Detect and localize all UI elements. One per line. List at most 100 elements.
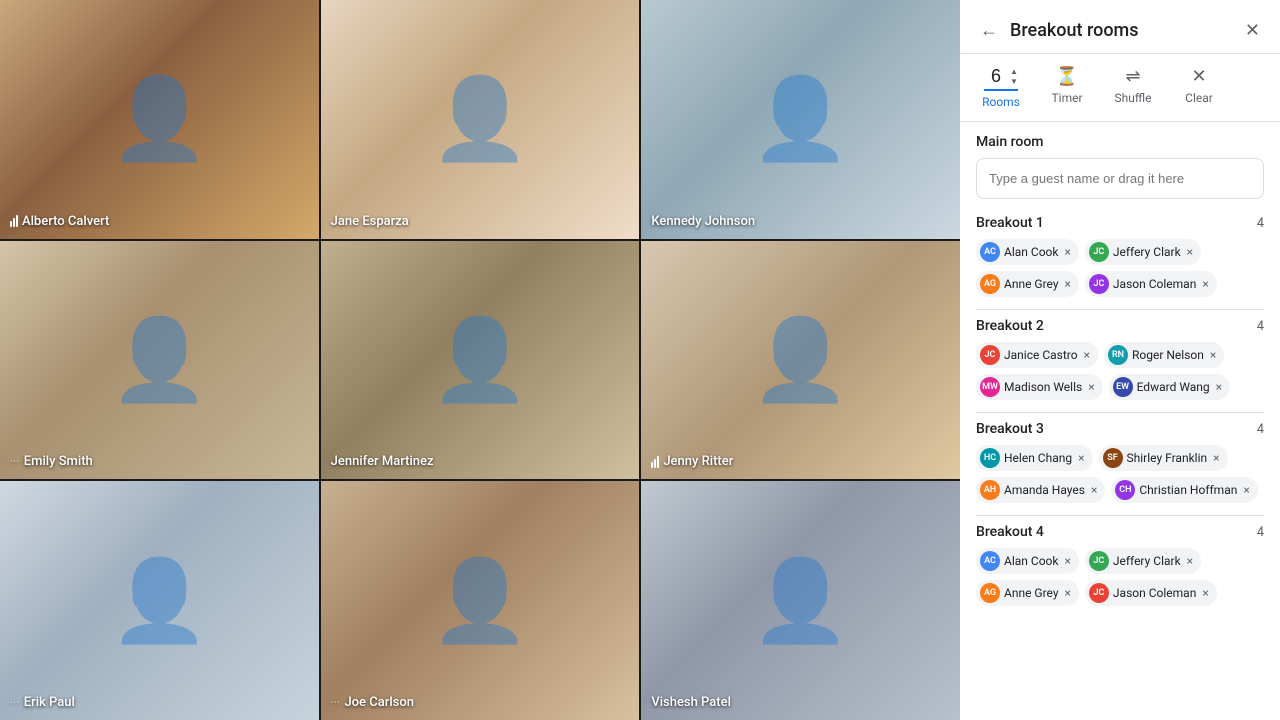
remove-participant-button[interactable]: × xyxy=(1091,484,1097,496)
audio-bars-icon xyxy=(10,215,18,227)
participant-avatar: JC xyxy=(980,345,1000,365)
audio-bars-icon xyxy=(651,456,659,468)
rooms-count-input[interactable] xyxy=(984,66,1008,87)
timer-control[interactable]: ⏳ Timer xyxy=(1042,66,1092,109)
sidebar-header: ← Breakout rooms ✕ xyxy=(960,0,1280,54)
participant-chip: AGAnne Grey× xyxy=(976,580,1079,606)
remove-participant-button[interactable]: × xyxy=(1078,452,1084,464)
remove-participant-button[interactable]: × xyxy=(1084,349,1090,361)
participant-name-3: Kennedy Johnson xyxy=(651,214,755,229)
breakout-sidebar: ← Breakout rooms ✕ ▲ ▼ Rooms ⏳ Timer ⇌ S… xyxy=(960,0,1280,720)
dots-icon: ··· xyxy=(331,698,341,707)
remove-participant-button[interactable]: × xyxy=(1065,587,1071,599)
participant-chip: HCHelen Chang× xyxy=(976,445,1093,471)
participant-chip: EWEdward Wang× xyxy=(1109,374,1230,400)
participant-name-1: Alberto Calvert xyxy=(10,214,109,229)
video-cell-9: 👤Vishesh Patel xyxy=(641,481,960,720)
breakout-title-1: Breakout 1 xyxy=(976,215,1044,231)
participant-chip-name: Alan Cook xyxy=(1004,554,1058,568)
divider xyxy=(976,309,1264,310)
participant-avatar: CH xyxy=(1115,480,1135,500)
remove-participant-button[interactable]: × xyxy=(1065,278,1071,290)
remove-participant-button[interactable]: × xyxy=(1187,555,1193,567)
remove-participant-button[interactable]: × xyxy=(1216,381,1222,393)
participant-chip: JCJeffery Clark× xyxy=(1085,239,1201,265)
participant-avatar: JC xyxy=(1089,583,1109,603)
breakout-header-3: Breakout 3 4 xyxy=(976,421,1264,437)
participant-chip-name: Anne Grey xyxy=(1004,277,1059,291)
participant-chip: AC Alan Cook × xyxy=(976,239,1079,265)
participant-chip-name: Amanda Hayes xyxy=(1004,483,1085,497)
participant-avatar: AC xyxy=(980,551,1000,571)
remove-participant-button[interactable]: × xyxy=(1064,246,1070,258)
participant-chip-name: Alan Cook xyxy=(1004,245,1058,259)
clear-control[interactable]: ✕ Clear xyxy=(1174,66,1224,109)
breakout-count-2: 4 xyxy=(1257,319,1264,334)
participant-chip-name: Jason Coleman xyxy=(1113,277,1196,291)
breakout-count-4: 4 xyxy=(1257,525,1264,540)
participant-avatar: RN xyxy=(1108,345,1128,365)
breakout-title-3: Breakout 3 xyxy=(976,421,1044,437)
remove-participant-button[interactable]: × xyxy=(1187,246,1193,258)
rooms-down-icon[interactable]: ▼ xyxy=(1010,77,1018,87)
participant-chip: JCJanice Castro× xyxy=(976,342,1098,368)
participant-avatar: JC xyxy=(1089,274,1109,294)
participant-avatar: AG xyxy=(980,583,1000,603)
person-silhouette-4: 👤 xyxy=(0,241,319,480)
video-cell-7: 👤···Erik Paul xyxy=(0,481,319,720)
timer-icon: ⏳ xyxy=(1056,66,1078,87)
participant-avatar: AH xyxy=(980,480,1000,500)
shuffle-control[interactable]: ⇌ Shuffle xyxy=(1108,66,1158,109)
participant-chip: RNRoger Nelson× xyxy=(1104,342,1224,368)
participant-name-6: Jenny Ritter xyxy=(651,454,733,469)
breakout-participants-3: HCHelen Chang×SFShirley Franklin×AHAmand… xyxy=(976,445,1264,503)
breakout-section-4: Breakout 44ACAlan Cook×JCJeffery Clark×A… xyxy=(976,515,1264,606)
participant-avatar: AG xyxy=(980,274,1000,294)
rooms-control[interactable]: ▲ ▼ Rooms xyxy=(976,66,1026,109)
participant-chip: SFShirley Franklin× xyxy=(1099,445,1228,471)
participant-chip: JCJason Coleman× xyxy=(1085,580,1217,606)
clear-label: Clear xyxy=(1185,91,1213,105)
sidebar-title: Breakout rooms xyxy=(1010,20,1241,41)
participant-chip: AC Alan Cook × xyxy=(976,548,1079,574)
remove-participant-button[interactable]: × xyxy=(1202,587,1208,599)
participant-name-4: ···Emily Smith xyxy=(10,454,93,469)
participant-avatar: AC xyxy=(980,242,1000,262)
dots-icon: ··· xyxy=(10,457,20,466)
breakout-section-1: Breakout 14ACAlan Cook×JCJeffery Clark×A… xyxy=(976,215,1264,297)
remove-participant-button[interactable]: × xyxy=(1202,278,1208,290)
person-silhouette-2: 👤 xyxy=(321,0,640,239)
person-silhouette-5: 👤 xyxy=(321,241,640,480)
back-button[interactable]: ← xyxy=(976,16,1002,45)
participant-chip-name: Helen Chang xyxy=(1004,451,1072,465)
participant-name-5: Jennifer Martinez xyxy=(331,454,434,469)
remove-participant-button[interactable]: × xyxy=(1210,349,1216,361)
shuffle-icon: ⇌ xyxy=(1125,66,1140,87)
video-cell-6: 👤Jenny Ritter xyxy=(641,241,960,480)
dots-icon: ··· xyxy=(10,698,20,707)
participant-chip-name: Jeffery Clark xyxy=(1113,245,1181,259)
breakout-rooms-container: Breakout 14ACAlan Cook×JCJeffery Clark×A… xyxy=(976,215,1264,606)
person-silhouette-1: 👤 xyxy=(0,0,319,239)
divider xyxy=(976,515,1264,516)
breakout-header-4: Breakout 44 xyxy=(976,524,1264,540)
remove-participant-button[interactable]: × xyxy=(1213,452,1219,464)
breakout-section-2: Breakout 2 4 JCJanice Castro×RNRoger Nelso… xyxy=(976,309,1264,400)
main-room-input[interactable] xyxy=(976,158,1264,199)
participant-chip: MWMadison Wells× xyxy=(976,374,1103,400)
participant-name-7: ···Erik Paul xyxy=(10,695,75,710)
breakout-title-2: Breakout 2 xyxy=(976,318,1044,334)
breakout-participants-1: AC Alan Cook × JC Jeffery Clark × AG Anne Grey ×… xyxy=(976,239,1264,297)
clear-icon: ✕ xyxy=(1191,66,1206,87)
breakout-count-3: 4 xyxy=(1257,422,1264,437)
close-button[interactable]: ✕ xyxy=(1241,16,1264,45)
rooms-up-icon[interactable]: ▲ xyxy=(1010,67,1018,77)
participant-avatar: EW xyxy=(1113,377,1133,397)
participant-name-8: ···Joe Carlson xyxy=(331,695,414,710)
remove-participant-button[interactable]: × xyxy=(1064,555,1070,567)
remove-participant-button[interactable]: × xyxy=(1088,381,1094,393)
remove-participant-button[interactable]: × xyxy=(1243,484,1249,496)
participant-avatar: SF xyxy=(1103,448,1123,468)
sidebar-content: Main room Breakout 14ACAlan Cook×JCJeffe… xyxy=(960,122,1280,720)
participant-name-9: Vishesh Patel xyxy=(651,695,731,710)
